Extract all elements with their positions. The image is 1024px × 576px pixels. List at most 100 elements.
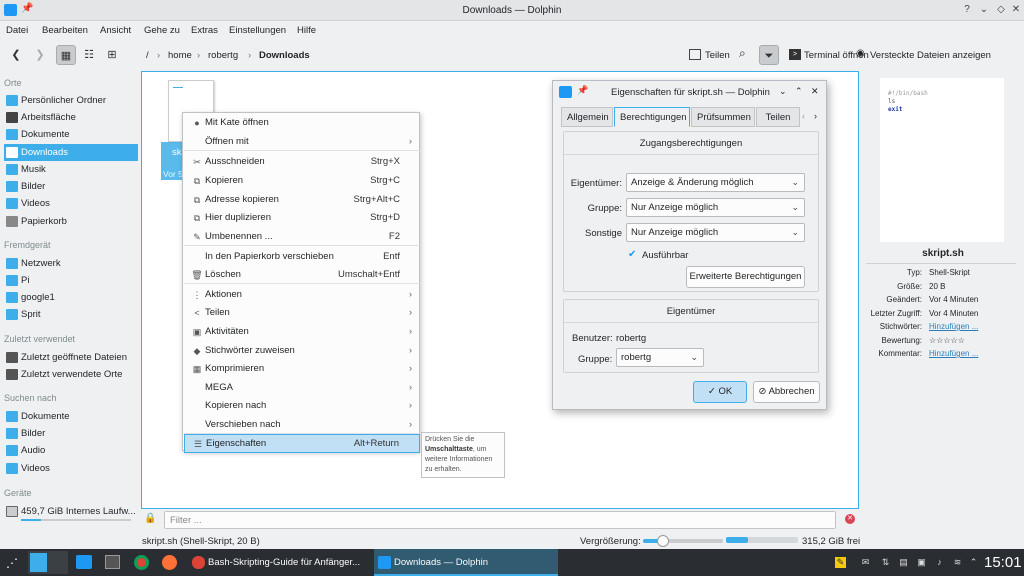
task-browser[interactable]: Bash-Skripting-Guide für Anfänger... [188, 549, 372, 576]
close-button[interactable]: ✕ [1009, 3, 1023, 17]
dialog-minimize-icon[interactable]: ⌄ [779, 86, 787, 97]
info-link[interactable]: Hinzufügen ... [929, 349, 978, 358]
owner-group-combo[interactable]: robertg ⌄ [616, 348, 704, 367]
sidebar-item-recent-files[interactable]: Zuletzt geöffnete Dateien [4, 349, 138, 366]
wifi-tray-icon[interactable]: ≋ [952, 557, 963, 568]
details-view-icon[interactable]: ⊞ [102, 45, 122, 65]
menu-einstellungen[interactable]: Einstellungen [229, 25, 286, 36]
menu-item-kopieren-nach[interactable]: Kopieren nach › [184, 397, 420, 416]
chrome-launcher-icon[interactable] [134, 555, 149, 570]
menu-item-mega[interactable]: MEGA › [184, 379, 420, 398]
notes-tray-icon[interactable]: ✎ [835, 557, 846, 568]
sidebar-item-pictures[interactable]: Bilder [4, 178, 138, 195]
sidebar-item-videos[interactable]: Videos [4, 195, 138, 212]
sidebar-item-desktop[interactable]: Arbeitsfläche [4, 109, 138, 126]
pin-icon[interactable]: 📌 [577, 85, 588, 96]
share-icon[interactable] [689, 49, 701, 60]
tabs-scroll-right-icon[interactable]: › [814, 111, 817, 121]
menu-item-komprimieren[interactable]: ▦ Komprimieren › [184, 360, 420, 379]
sidebar-item-drive[interactable]: 459,7 GiB Internes Laufw... [4, 503, 138, 520]
group-access-combo[interactable]: Nur Anzeige möglich ⌄ [626, 198, 805, 217]
terminal-icon[interactable]: > [789, 49, 801, 60]
hidden-files-button[interactable]: Versteckte Dateien anzeigen [870, 50, 991, 61]
others-access-combo[interactable]: Nur Anzeige möglich ⌄ [626, 223, 805, 242]
zoom-slider-handle[interactable] [657, 535, 669, 547]
sidebar-item-network[interactable]: Netzwerk [4, 255, 138, 272]
dolphin-launcher-icon[interactable] [76, 555, 92, 569]
breadcrumb-home[interactable]: home [168, 50, 192, 61]
menu-item-hier-duplizieren[interactable]: ⧉ Hier duplizieren Strg+D [184, 209, 420, 228]
compact-view-icon[interactable]: ☷ [79, 45, 99, 65]
help-button[interactable]: ? [960, 3, 974, 17]
tab-teilen[interactable]: Teilen [756, 107, 800, 127]
sidebar-item-downloads[interactable]: Downloads [4, 144, 138, 161]
sidebar-item-search-audio[interactable]: Audio [4, 442, 138, 459]
task-dolphin[interactable]: Downloads — Dolphin [374, 549, 558, 576]
menu-item-verschieben-nach[interactable]: Verschieben nach › [184, 416, 420, 435]
sidebar-item-music[interactable]: Musik [4, 161, 138, 178]
breadcrumb-root[interactable]: / [146, 50, 149, 61]
dialog-maximize-icon[interactable]: ⌃ [795, 86, 803, 97]
menu-item-öffnen-mit[interactable]: Öffnen mit › [184, 133, 420, 152]
menu-ansicht[interactable]: Ansicht [100, 25, 131, 36]
menu-item-aktivitäten[interactable]: ▣ Aktivitäten › [184, 323, 420, 342]
sidebar-item-google1[interactable]: google1 [4, 289, 138, 306]
back-icon[interactable]: ❮ [6, 45, 26, 65]
application-launcher-icon[interactable]: ⋰ [6, 556, 18, 570]
filter-field[interactable]: Filter ... [164, 511, 836, 529]
executable-checkbox[interactable]: ✔ [628, 250, 638, 260]
sidebar-item-sprit[interactable]: Sprit [4, 306, 138, 323]
volume-tray-icon[interactable]: ♪ [934, 557, 945, 568]
network-tray-icon[interactable]: ⇅ [880, 557, 891, 568]
cancel-button[interactable]: ⊘ Abbrechen [753, 381, 820, 403]
menu-item-teilen[interactable]: < Teilen › [184, 304, 420, 323]
pager[interactable] [28, 551, 68, 574]
clock[interactable]: 15:01 [984, 554, 1022, 571]
mail-tray-icon[interactable]: ✉ [860, 557, 871, 568]
breadcrumb-robertg[interactable]: robertg [208, 50, 238, 61]
menu-item-löschen[interactable]: 🗑 Löschen Umschalt+Entf [184, 266, 420, 285]
tabs-scroll-left-icon[interactable]: ‹ [802, 111, 805, 121]
menu-item-eigenschaften[interactable]: ☰ Eigenschaften Alt+Return [184, 434, 420, 453]
maximize-button[interactable]: ◇ [994, 3, 1008, 17]
tab-allgemein[interactable]: Allgemein [561, 107, 613, 127]
zoom-slider[interactable] [643, 535, 723, 547]
menu-datei[interactable]: Datei [6, 25, 28, 36]
pager-desktop-1[interactable] [30, 553, 47, 572]
info-link[interactable]: Hinzufügen ... [929, 322, 978, 331]
sidebar-item-search-videos[interactable]: Videos [4, 460, 138, 477]
share-button[interactable]: Teilen [705, 50, 730, 61]
menu-item-aktionen[interactable]: ⋮ Aktionen › [184, 286, 420, 305]
menu-hilfe[interactable]: Hilfe [297, 25, 316, 36]
menu-extras[interactable]: Extras [191, 25, 218, 36]
sidebar-item-home[interactable]: Persönlicher Ordner [4, 92, 138, 109]
storage-tray-icon[interactable]: ▤ [898, 557, 909, 568]
terminal-launcher-icon[interactable] [105, 555, 120, 569]
minimize-button[interactable]: ⌄ [977, 3, 991, 17]
clear-filter-icon[interactable]: ✕ [845, 514, 855, 524]
tab-berechtigungen[interactable]: Berechtigungen [614, 107, 690, 127]
forward-icon[interactable]: ❯ [30, 45, 50, 65]
lock-icon[interactable]: 🔒 [144, 513, 156, 524]
menu-item-stichwörter-zuweisen[interactable]: ◆ Stichwörter zuweisen › [184, 342, 420, 361]
eye-icon[interactable]: ◉ [856, 48, 865, 59]
icon-view-icon[interactable]: ▦ [56, 45, 76, 65]
filter-icon[interactable]: ⏷ [759, 45, 779, 65]
menu-gehe-zu[interactable]: Gehe zu [144, 25, 180, 36]
tray-expand-icon[interactable]: ⌃ [968, 557, 979, 568]
sidebar-item-documents[interactable]: Dokumente [4, 126, 138, 143]
search-icon[interactable]: ⌕ [739, 46, 746, 61]
sidebar-item-search-documents[interactable]: Dokumente [4, 408, 138, 425]
menu-item-adresse-kopieren[interactable]: ⧉ Adresse kopieren Strg+Alt+C [184, 191, 420, 210]
advanced-permissions-button[interactable]: Erweiterte Berechtigungen [686, 266, 805, 288]
sidebar-item-recent-locations[interactable]: Zuletzt verwendete Orte [4, 366, 138, 383]
sidebar-item-trash[interactable]: Papierkorb [4, 213, 138, 230]
ok-button[interactable]: ✓ OK [693, 381, 747, 403]
sidebar-item-search-pictures[interactable]: Bilder [4, 425, 138, 442]
menu-item-in-den-papierkorb-verschieben[interactable]: In den Papierkorb verschieben Entf [184, 248, 420, 267]
owner-access-combo[interactable]: Anzeige & Änderung möglich ⌄ [626, 173, 805, 192]
menu-item-umbenennen[interactable]: ✎ Umbenennen ... F2 [184, 228, 420, 247]
menu-bearbeiten[interactable]: Bearbeiten [42, 25, 88, 36]
dialog-close-icon[interactable]: ✕ [811, 86, 819, 97]
menu-item-ausschneiden[interactable]: ✂ Ausschneiden Strg+X [184, 153, 420, 172]
